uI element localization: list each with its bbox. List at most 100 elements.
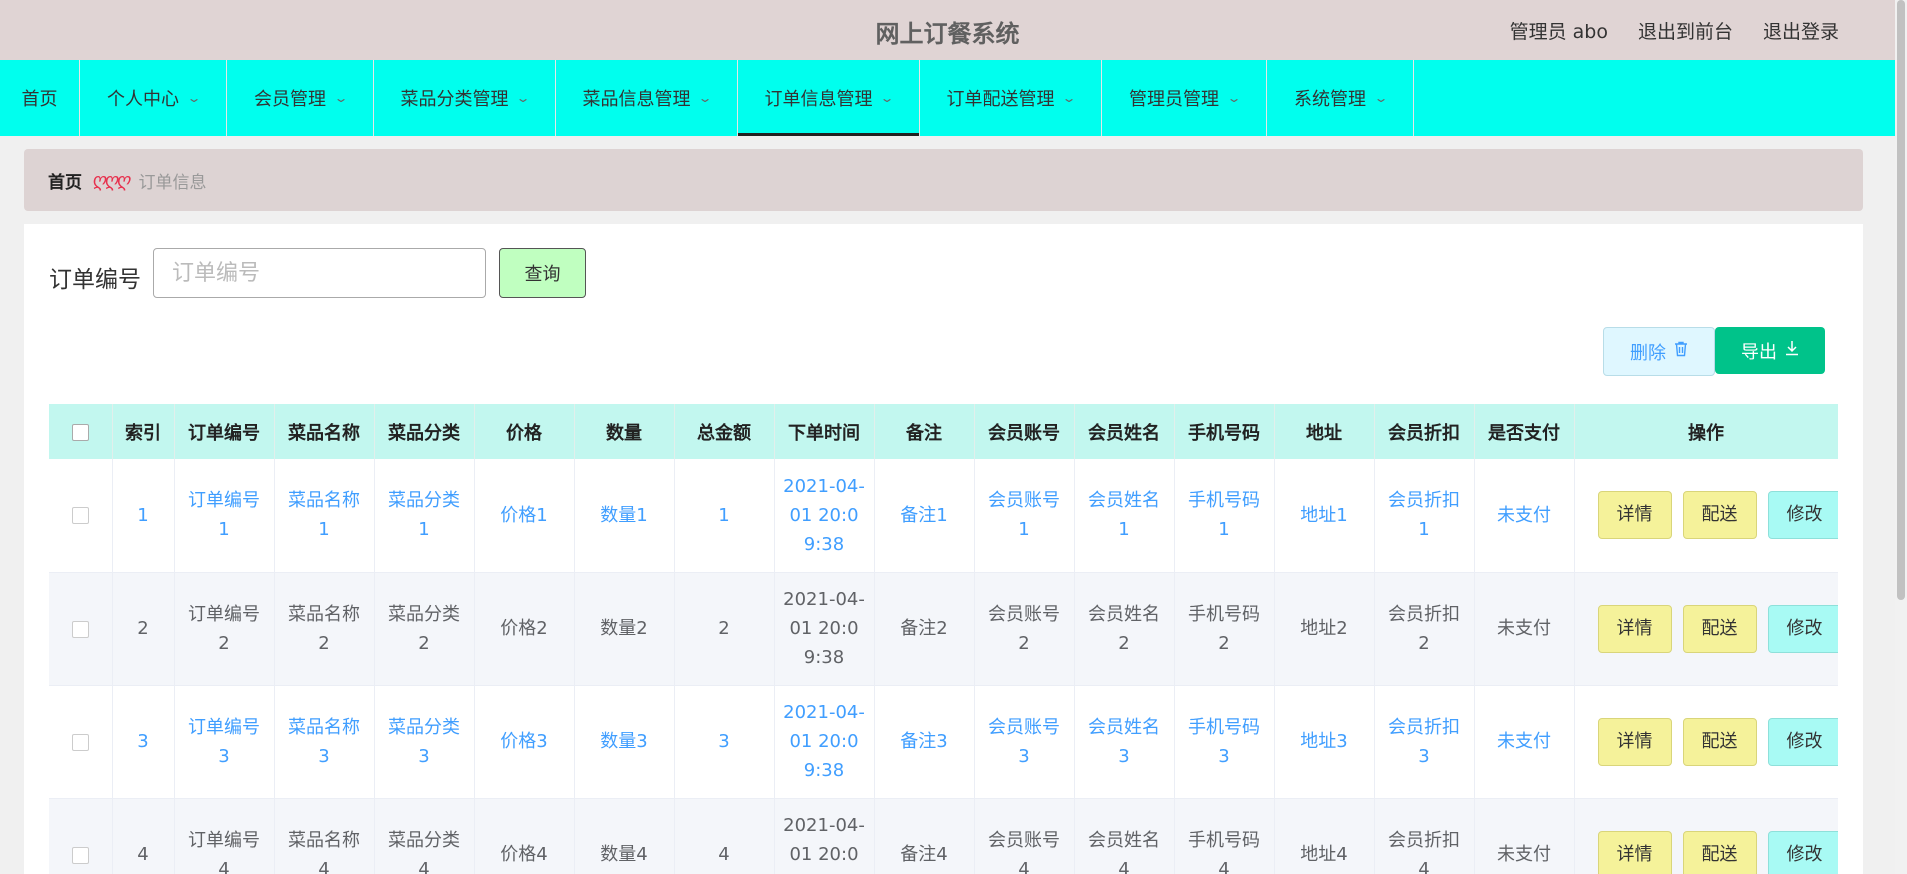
page-scrollbar[interactable] (1895, 0, 1907, 874)
nav-dish-category-management[interactable]: 菜品分类管理 ⌄ (374, 60, 556, 136)
search-label: 订单编号 (49, 267, 141, 293)
row-checkbox[interactable] (71, 733, 89, 751)
table-cell: 未支付 (1474, 459, 1575, 572)
table-cell: 会员账号3 (974, 685, 1075, 798)
edit-button[interactable]: 修改 (1767, 830, 1838, 874)
detail-button[interactable]: 详情 (1597, 717, 1672, 766)
orders-table: 索引 订单编号 菜品名称 菜品分类 价格 数量 总金额 下单时间 备注 会员账号… (49, 404, 1838, 874)
breadcrumb-home[interactable]: 首页 (48, 168, 82, 193)
table-cell: 会员账号1 (974, 459, 1075, 572)
nav-personal-center[interactable]: 个人中心 ⌄ (80, 60, 227, 136)
edit-button[interactable]: 修改 (1767, 491, 1838, 540)
detail-button[interactable]: 详情 (1597, 491, 1672, 540)
table-cell: 地址1 (1274, 459, 1375, 572)
table-cell: 价格1 (474, 459, 575, 572)
table-cell: 订单编号2 (174, 572, 275, 685)
export-button[interactable]: 导出 (1715, 327, 1825, 374)
table-cell: 菜品分类4 (374, 798, 475, 874)
detail-button[interactable]: 详情 (1597, 830, 1672, 874)
deliver-button[interactable]: 配送 (1682, 491, 1757, 540)
table-cell: 备注2 (874, 572, 975, 685)
column-header: 会员姓名 (1074, 404, 1175, 459)
table-cell: 会员折扣3 (1374, 685, 1475, 798)
breadcrumb: 首页 ღღღ 订单信息 (24, 149, 1863, 211)
table-cell: 菜品分类3 (374, 685, 475, 798)
deliver-button[interactable]: 配送 (1682, 717, 1757, 766)
table-header-row: 索引 订单编号 菜品名称 菜品分类 价格 数量 总金额 下单时间 备注 会员账号… (49, 404, 1838, 459)
table-row: 2 订单编号2 菜品名称2 菜品分类2 价格2 数量2 2 2021-04-01 20:09:… (49, 572, 1838, 685)
table-cell: 会员姓名4 (1074, 798, 1175, 874)
select-all-cell (49, 404, 113, 459)
table-cell: 地址4 (1274, 798, 1375, 874)
table-cell: 地址2 (1274, 572, 1375, 685)
nav-order-info-management[interactable]: 订单信息管理 ⌄ (738, 60, 920, 136)
column-header: 索引 (112, 404, 175, 459)
table-cell: 会员姓名3 (1074, 685, 1175, 798)
exit-to-front-link[interactable]: 退出到前台 (1638, 17, 1733, 44)
delete-button[interactable]: 删除 (1603, 327, 1715, 376)
nav-home[interactable]: 首页 (0, 60, 80, 136)
table-cell: 数量1 (574, 459, 675, 572)
table-cell: 未支付 (1474, 798, 1575, 874)
table-cell: 价格4 (474, 798, 575, 874)
table-cell: 菜品名称4 (274, 798, 375, 874)
table-cell: 会员折扣4 (1374, 798, 1475, 874)
nav-dish-info-management[interactable]: 菜品信息管理 ⌄ (556, 60, 738, 136)
nav-member-management[interactable]: 会员管理 ⌄ (227, 60, 374, 136)
row-checkbox[interactable] (71, 846, 89, 864)
table-cell: 数量3 (574, 685, 675, 798)
table-cell: 2021-04-01 20:09:38 (774, 685, 875, 798)
table-body: 1 订单编号1 菜品名称1 菜品分类1 价格1 数量1 1 2021-04-01 20:09:… (49, 459, 1838, 874)
deliver-button[interactable]: 配送 (1682, 830, 1757, 874)
table-cell: 2021-04-01 20:09:38 (774, 572, 875, 685)
table-cell: 手机号码1 (1174, 459, 1275, 572)
scrollbar-thumb[interactable] (1897, 0, 1905, 600)
nav-admin-management[interactable]: 管理员管理 ⌄ (1102, 60, 1267, 136)
admin-user-link[interactable]: 管理员 abo (1510, 17, 1608, 44)
query-button[interactable]: 查询 (499, 248, 586, 298)
row-checkbox[interactable] (71, 507, 89, 525)
edit-button[interactable]: 修改 (1767, 717, 1838, 766)
table-cell: 会员折扣1 (1374, 459, 1475, 572)
table-cell: 备注1 (874, 459, 975, 572)
nav-system-management[interactable]: 系统管理 ⌄ (1267, 60, 1414, 136)
column-header: 下单时间 (774, 404, 875, 459)
table-cell: 1 (674, 459, 775, 572)
deliver-button[interactable]: 配送 (1682, 604, 1757, 653)
column-header: 会员账号 (974, 404, 1075, 459)
table-cell: 订单编号4 (174, 798, 275, 874)
edit-button[interactable]: 修改 (1767, 604, 1838, 653)
nav-home-label: 首页 (21, 89, 58, 110)
delete-button-label: 删除 (1630, 342, 1666, 364)
table-cell: 4 (112, 798, 175, 874)
row-select-cell (49, 459, 113, 572)
table-cell: 菜品分类1 (374, 459, 475, 572)
nav-admin-management-label: 管理员管理 (1128, 89, 1219, 110)
row-checkbox[interactable] (71, 620, 89, 638)
column-header: 会员折扣 (1374, 404, 1475, 459)
table-cell: 数量4 (574, 798, 675, 874)
table-cell: 价格3 (474, 685, 575, 798)
row-select-cell (49, 798, 113, 874)
table-cell: 备注4 (874, 798, 975, 874)
select-all-checkbox[interactable] (71, 423, 89, 441)
nav-order-delivery-management[interactable]: 订单配送管理 ⌄ (920, 60, 1102, 136)
row-select-cell (49, 685, 113, 798)
export-button-label: 导出 (1741, 341, 1777, 363)
chevron-down-icon: ⌄ (879, 91, 896, 105)
detail-button[interactable]: 详情 (1597, 604, 1672, 653)
trash-icon (1674, 341, 1688, 362)
chevron-down-icon: ⌄ (333, 91, 349, 105)
table-cell: 手机号码2 (1174, 572, 1275, 685)
order-number-search-input[interactable] (153, 248, 486, 298)
column-header: 总金额 (674, 404, 775, 459)
nav-personal-center-label: 个人中心 (106, 89, 179, 110)
table-cell: 2021-04-01 20:09:38 (774, 798, 875, 874)
logout-link[interactable]: 退出登录 (1763, 17, 1839, 44)
nav-dish-category-management-label: 菜品分类管理 (400, 89, 509, 110)
chevron-down-icon: ⌄ (515, 91, 532, 105)
download-icon (1785, 340, 1799, 361)
column-header: 操作 (1574, 404, 1838, 459)
table-cell: 订单编号3 (174, 685, 275, 798)
nav-member-management-label: 会员管理 (253, 89, 326, 110)
